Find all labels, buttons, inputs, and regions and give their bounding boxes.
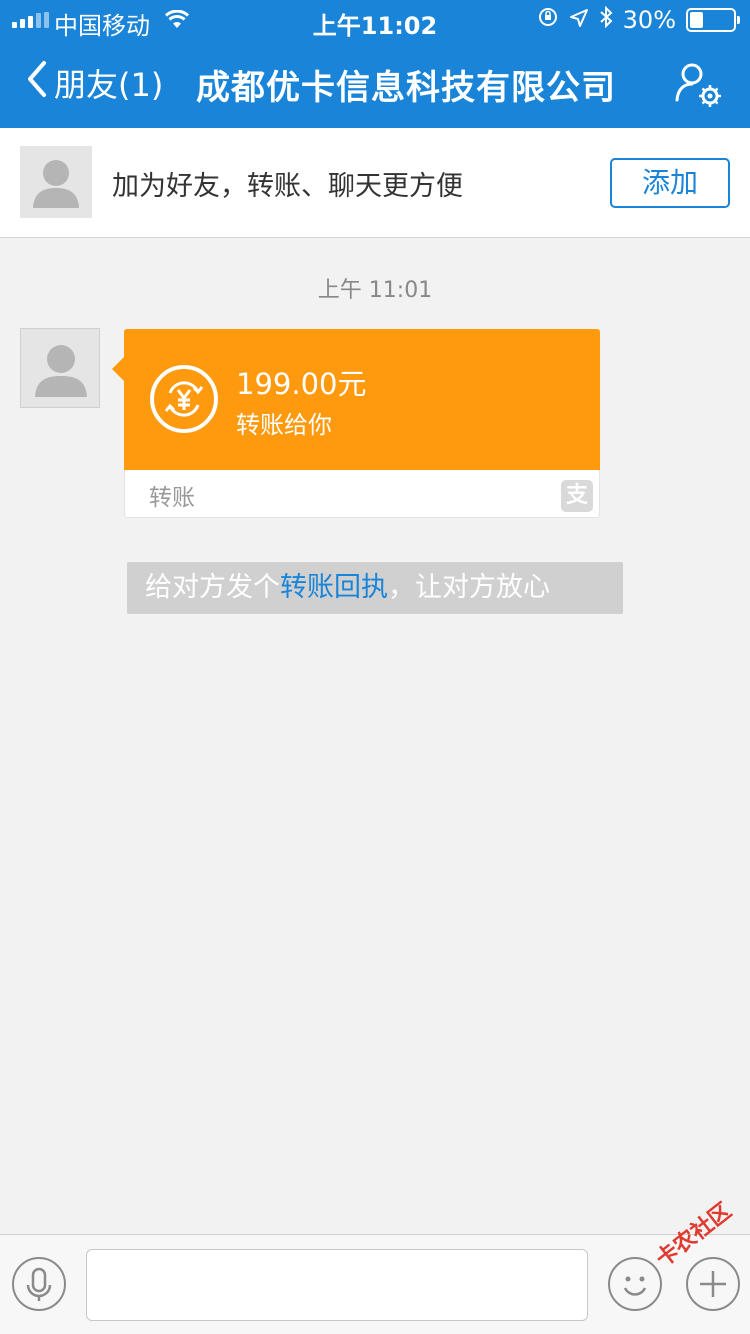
profile-settings-button[interactable]	[672, 60, 724, 114]
chevron-left-icon	[26, 60, 48, 106]
transfer-subtitle: 转账给你	[236, 411, 332, 439]
sender-avatar[interactable]	[20, 328, 100, 408]
battery-percent: 30%	[622, 6, 676, 34]
transfer-card-header: 199.00元 转账给你	[112, 329, 600, 470]
battery-icon	[686, 8, 740, 32]
yuan-transfer-icon	[148, 363, 220, 439]
emoji-button[interactable]	[608, 1257, 662, 1311]
add-friend-button[interactable]: 添加	[610, 158, 730, 208]
transfer-card-footer: 转账 支	[124, 470, 600, 518]
bubble-pointer	[112, 357, 124, 381]
status-bar: 中国移动 上午11:02 30%	[0, 0, 750, 40]
voice-input-button[interactable]	[12, 1257, 66, 1311]
battery-fill	[690, 12, 703, 28]
add-friend-prompt: 加为好友，转账、聊天更方便	[112, 171, 463, 202]
status-right: 30%	[537, 5, 740, 34]
avatar	[20, 146, 92, 218]
message-input[interactable]	[86, 1249, 588, 1321]
hint-prefix: 给对方发个	[145, 572, 280, 603]
more-actions-button[interactable]	[686, 1257, 740, 1311]
default-avatar-icon	[33, 160, 79, 208]
smiley-icon	[623, 1276, 647, 1296]
profile-settings-icon	[675, 63, 721, 107]
rotation-lock-icon	[537, 6, 559, 34]
page-title: 成都优卡信息科技有限公司	[196, 68, 616, 108]
message-timestamp: 上午 11:01	[317, 278, 433, 303]
back-button[interactable]: 朋友(1)	[26, 60, 163, 106]
microphone-icon	[26, 1267, 52, 1301]
hint-suffix: ，让对方放心	[388, 572, 550, 603]
bluetooth-icon	[599, 5, 613, 34]
message-input-bar	[0, 1234, 750, 1334]
transfer-amount: 199.00元	[236, 367, 367, 401]
receipt-hint: 给对方发个转账回执，让对方放心	[127, 562, 623, 614]
plus-icon	[700, 1271, 726, 1297]
back-label: 朋友(1)	[54, 66, 164, 104]
nav-bar: 朋友(1) 成都优卡信息科技有限公司	[0, 40, 750, 128]
transfer-type-label: 转账	[149, 485, 195, 511]
default-avatar-icon	[35, 345, 87, 397]
transfer-receipt-link[interactable]: 转账回执	[280, 572, 388, 603]
add-friend-banner: 加为好友，转账、聊天更方便 添加	[0, 128, 750, 238]
location-icon	[569, 6, 589, 34]
transfer-message-card[interactable]: 199.00元 转账给你 转账 支	[112, 329, 600, 518]
alipay-logo-icon: 支	[561, 480, 593, 512]
